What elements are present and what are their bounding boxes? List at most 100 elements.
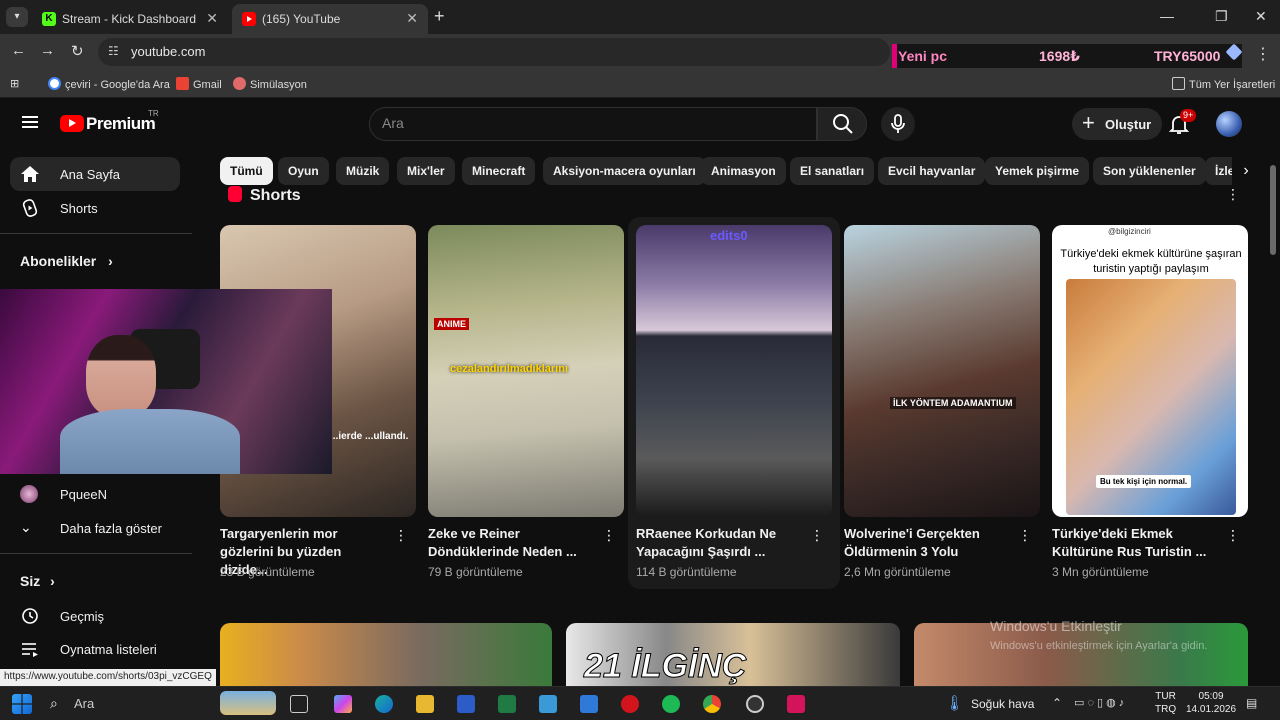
apps-icon[interactable]: ⊞ bbox=[10, 77, 19, 90]
bookmark-simulasyon[interactable]: Simülasyon bbox=[233, 77, 307, 91]
store-icon[interactable] bbox=[580, 695, 598, 713]
calculator-icon[interactable] bbox=[539, 695, 557, 713]
spotify-icon[interactable] bbox=[662, 695, 680, 713]
filter-chip[interactable]: Oyun bbox=[278, 157, 329, 185]
reload-icon[interactable]: ↻ bbox=[71, 42, 84, 60]
filter-chip[interactable]: Tümü bbox=[220, 157, 273, 185]
create-label: Oluştur bbox=[1105, 117, 1152, 132]
copilot-icon[interactable] bbox=[334, 695, 352, 713]
minimize-icon[interactable]: — bbox=[1160, 8, 1174, 24]
sidebar-item-shorts[interactable]: Shorts bbox=[10, 191, 180, 225]
close-window-icon[interactable]: ✕ bbox=[1255, 8, 1267, 25]
search-input[interactable] bbox=[382, 115, 802, 131]
guide-menu-icon[interactable] bbox=[22, 116, 38, 128]
filter-chip[interactable]: Son yüklenenler bbox=[1093, 157, 1206, 185]
sidebar-item-label: Ana Sayfa bbox=[60, 167, 120, 182]
search-icon[interactable]: ⌕ bbox=[50, 695, 58, 712]
account-avatar[interactable] bbox=[1216, 111, 1242, 137]
forward-icon[interactable]: → bbox=[40, 42, 55, 59]
restore-icon[interactable]: ❐ bbox=[1215, 8, 1228, 25]
clock[interactable]: 05:09 14.01.2026 bbox=[1186, 690, 1236, 716]
filter-chip[interactable]: El sanatları bbox=[790, 157, 875, 185]
task-view-icon[interactable] bbox=[290, 695, 308, 713]
create-button[interactable]: + Oluştur bbox=[1072, 108, 1162, 140]
filter-chip[interactable]: Evcil hayvanlar bbox=[878, 157, 986, 185]
filter-chip[interactable]: Aksiyon-macera oyunları bbox=[543, 157, 706, 185]
site-info-icon[interactable]: ☷ bbox=[108, 44, 119, 58]
browser-menu-icon[interactable]: ⋮ bbox=[1255, 44, 1271, 64]
short-title[interactable]: Türkiye'deki Ekmek Kültürüne Rus Turisti… bbox=[1052, 525, 1224, 561]
all-bookmarks[interactable]: Tüm Yer İşaretleri bbox=[1172, 77, 1275, 91]
widget-thumbnail[interactable] bbox=[220, 691, 276, 715]
app-icon[interactable] bbox=[787, 695, 805, 713]
filter-chip[interactable]: Müzik bbox=[336, 157, 390, 185]
back-icon[interactable]: ← bbox=[11, 42, 26, 59]
more-options-icon[interactable]: ⋮ bbox=[810, 527, 824, 544]
tab-youtube[interactable]: (165) YouTube ✕ bbox=[232, 4, 428, 34]
sidebar-item-home[interactable]: Ana Sayfa bbox=[10, 157, 180, 191]
show-more-button[interactable]: ⌄ Daha fazla göster bbox=[10, 511, 180, 545]
video-thumbnail[interactable] bbox=[220, 623, 552, 686]
short-views: 79 B görüntüleme bbox=[428, 565, 523, 579]
chrome-icon[interactable] bbox=[703, 695, 721, 713]
bookmark-gmail[interactable]: Gmail bbox=[176, 77, 222, 91]
more-options-icon[interactable]: ⋮ bbox=[1018, 527, 1032, 544]
sidebar-item-pqueen[interactable]: PqueeN bbox=[10, 477, 180, 511]
you-title: Siz bbox=[20, 573, 41, 589]
more-options-icon[interactable]: ⋮ bbox=[394, 527, 408, 544]
chevron-up-icon[interactable]: ⌃ bbox=[1052, 696, 1062, 710]
you-header[interactable]: Siz › bbox=[20, 573, 55, 589]
search-button[interactable] bbox=[817, 107, 867, 141]
input-language[interactable]: TUR TRQ bbox=[1155, 690, 1176, 716]
short-title[interactable]: Wolverine'i Gerçekten Öldürmenin 3 Yolu bbox=[844, 525, 1016, 561]
sidebar-item-playlists[interactable]: Oynatma listeleri bbox=[10, 632, 180, 666]
filter-chip[interactable]: Animasyon bbox=[701, 157, 786, 185]
short-thumbnail[interactable]: @bilgizinciri Türkiye'deki ekmek kültürü… bbox=[1052, 225, 1248, 517]
tab-kick-dashboard[interactable]: K Stream - Kick Dashboard ✕ bbox=[32, 4, 228, 34]
notification-center-icon[interactable]: ▤ bbox=[1246, 696, 1257, 710]
notifications-button[interactable]: 9+ bbox=[1168, 109, 1197, 137]
scrollbar-thumb[interactable] bbox=[1270, 165, 1276, 255]
lang-top: TUR bbox=[1155, 691, 1176, 702]
subscriptions-header[interactable]: Abonelikler › bbox=[20, 253, 113, 269]
sidebar-item-history[interactable]: Geçmiş bbox=[10, 599, 180, 633]
thumbnail-caption: ...ierde ...ullandı. bbox=[330, 431, 409, 442]
opera-icon[interactable] bbox=[621, 695, 639, 713]
sidebar-item-label: Daha fazla göster bbox=[60, 521, 162, 536]
start-icon[interactable] bbox=[12, 694, 32, 714]
youtube-icon bbox=[242, 12, 256, 26]
search-box[interactable] bbox=[369, 107, 817, 141]
tab-search-button[interactable]: ▾ bbox=[6, 7, 28, 27]
video-thumbnail[interactable]: 21 İLGİNÇ bbox=[566, 623, 900, 686]
close-tab-icon[interactable]: ✕ bbox=[406, 10, 418, 27]
short-title[interactable]: Zeke ve Reiner Döndüklerinde Neden ... bbox=[428, 525, 600, 561]
short-thumbnail[interactable]: edits0 bbox=[636, 225, 832, 517]
taskbar-search[interactable]: Ara bbox=[74, 696, 94, 711]
channel-handle: @bilgizinciri bbox=[1108, 227, 1151, 236]
word-icon[interactable] bbox=[457, 695, 475, 713]
obs-icon[interactable] bbox=[746, 695, 764, 713]
close-tab-icon[interactable]: ✕ bbox=[206, 10, 218, 27]
new-tab-icon[interactable]: + bbox=[434, 6, 445, 27]
file-explorer-icon[interactable] bbox=[416, 695, 434, 713]
more-options-icon[interactable]: ⋮ bbox=[602, 527, 616, 544]
chevron-right-icon[interactable]: › bbox=[1232, 157, 1260, 185]
filter-chip[interactable]: Yemek pişirme bbox=[985, 157, 1090, 185]
filter-chip[interactable]: Minecraft bbox=[462, 157, 536, 185]
weather-text[interactable]: Soğuk hava bbox=[971, 697, 1034, 711]
divider bbox=[0, 233, 192, 234]
voice-search-button[interactable] bbox=[881, 107, 915, 141]
short-thumbnail[interactable]: ANIME cezalandırılmadıklarını bbox=[428, 225, 624, 517]
more-options-icon[interactable]: ⋮ bbox=[1226, 186, 1240, 203]
home-icon bbox=[21, 166, 39, 182]
more-options-icon[interactable]: ⋮ bbox=[1226, 527, 1240, 544]
excel-icon[interactable] bbox=[498, 695, 516, 713]
filter-chip[interactable]: Mix'ler bbox=[397, 157, 455, 185]
sidebar-item-label: PqueeN bbox=[60, 487, 107, 502]
edge-icon[interactable] bbox=[375, 695, 393, 713]
address-bar[interactable]: ☷ youtube.com bbox=[98, 38, 890, 66]
bookmark-ceviri[interactable]: çeviri - Google'da Ara bbox=[48, 77, 170, 91]
tray-icons[interactable]: ▭ ◌ ▯ ◍ ♪ bbox=[1074, 696, 1124, 709]
short-title[interactable]: RRaenee Korkudan Ne Yapacağını Şaşırdı .… bbox=[636, 525, 808, 561]
short-thumbnail[interactable]: İLK YÖNTEM ADAMANTIUM bbox=[844, 225, 1040, 517]
